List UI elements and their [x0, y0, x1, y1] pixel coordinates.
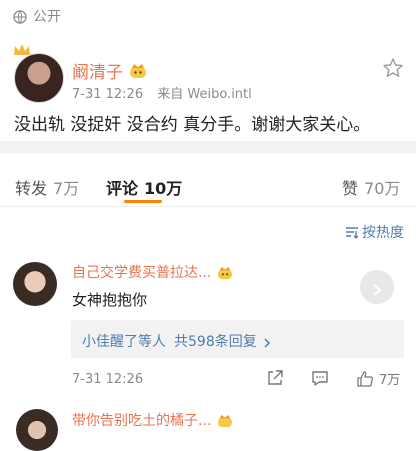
like-count: 7万: [379, 373, 401, 388]
crown-icon: [12, 42, 32, 56]
tab-like-count: 70万: [364, 179, 401, 198]
comment-text: 女神抱抱你: [72, 291, 148, 309]
vip-crown-icon: [129, 63, 147, 79]
tab-repost-count: 7万: [53, 179, 80, 198]
tab-like-label: 赞: [342, 179, 359, 198]
comment-avatar[interactable]: [13, 262, 57, 306]
post-source: 来自 Weibo.intl: [157, 87, 252, 102]
sort-button[interactable]: 按热度: [345, 222, 404, 242]
post-time: 7-31 12:26: [72, 87, 144, 102]
tab-repost-label: 转发: [15, 179, 48, 198]
next-chevron-button[interactable]: [360, 270, 394, 304]
tabs-border: [0, 206, 416, 207]
tab-like[interactable]: 赞 70万: [342, 175, 400, 199]
comment-author[interactable]: 带你告别吃土的橘子...: [72, 410, 211, 430]
chevron-right-icon: [372, 281, 382, 296]
tab-repost[interactable]: 转发 7万: [15, 175, 79, 199]
vip-crown-icon: [217, 265, 233, 280]
tab-comment[interactable]: 评论 10万: [106, 175, 182, 199]
globe-icon: [13, 9, 27, 24]
reply-user[interactable]: 小佳醒了等人: [82, 331, 166, 351]
author-name[interactable]: 阚清子: [72, 58, 123, 83]
visibility-label: 公开: [33, 9, 61, 25]
tab-comment-label: 评论: [106, 179, 139, 198]
sort-icon: [345, 225, 359, 239]
reply-count[interactable]: 共598条回复: [174, 331, 257, 351]
sort-label: 按热度: [362, 225, 404, 241]
comment-avatar[interactable]: [16, 409, 58, 451]
tab-active-underline: [124, 200, 162, 203]
chevron-right-icon: [263, 336, 271, 348]
like-button[interactable]: 7万: [356, 369, 400, 388]
tab-comment-count: 10万: [144, 179, 183, 198]
author-avatar[interactable]: [14, 53, 64, 103]
favorite-star-icon[interactable]: [382, 57, 404, 79]
comment-time: 7-31 12:26: [72, 372, 144, 387]
visibility-row: 公开: [13, 6, 61, 26]
comment-icon[interactable]: [311, 369, 329, 387]
comment-author[interactable]: 自己交学费买普拉达...: [72, 262, 211, 282]
section-divider: [0, 141, 416, 153]
thumbs-up-icon: [356, 370, 374, 388]
post-text: 没出轨 没捉奸 没合约 真分手。谢谢大家关心。: [14, 115, 371, 135]
share-icon[interactable]: [266, 369, 284, 387]
vip-crown-icon: [217, 413, 233, 428]
